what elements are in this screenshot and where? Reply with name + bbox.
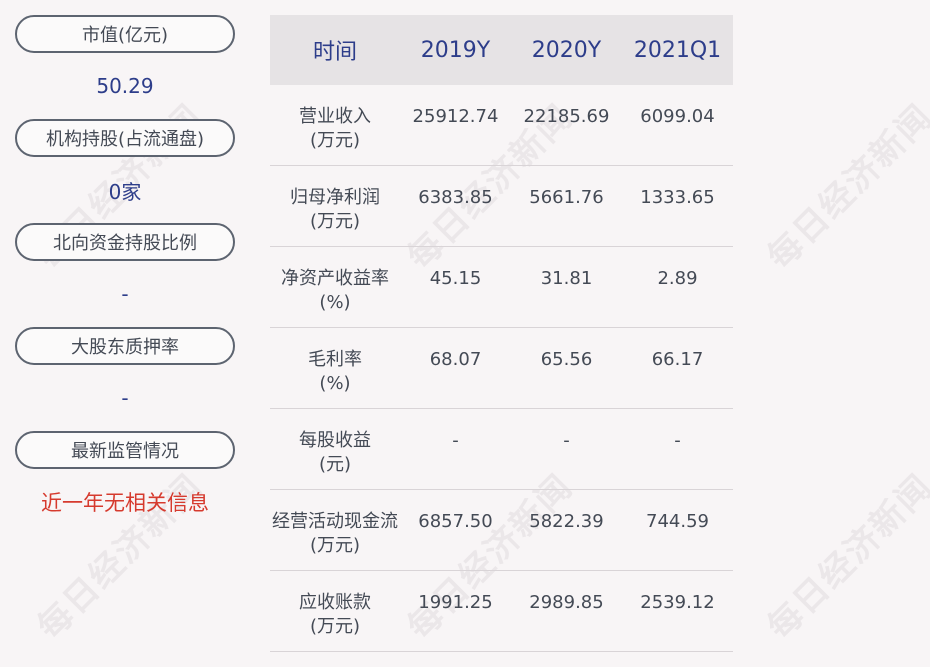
table-row: 净资产收益率 (%) 45.15 31.81 2.89	[270, 246, 733, 328]
indicator-value-institutional-holdings: 0家	[108, 179, 142, 204]
row-unit: (%)	[319, 292, 351, 313]
value-cell: 45.15	[400, 246, 511, 328]
value-cell: 6383.85	[400, 165, 511, 247]
column-header-time: 时间	[270, 15, 400, 85]
indicator-value-market-cap: 50.29	[96, 74, 154, 98]
value-cell: 744.59	[622, 489, 733, 571]
cell-value: 6099.04	[640, 106, 715, 127]
cell-value: 5661.76	[529, 187, 604, 208]
value-cell: 5822.39	[511, 489, 622, 571]
value-cell: 22185.69	[511, 85, 622, 166]
indicator-label-institutional-holdings: 机构持股(占流通盘)	[15, 119, 235, 157]
indicator-panel: 市值(亿元) 50.29 机构持股(占流通盘) 0家 北向资金持股比例 - 大股…	[15, 15, 235, 535]
value-cell: 2539.12	[622, 570, 733, 652]
cell-value: 65.56	[540, 349, 593, 370]
row-label-cell: 毛利率 (%)	[270, 327, 400, 409]
cell-value: 25912.74	[412, 106, 499, 127]
cell-value: 5822.39	[529, 511, 604, 532]
indicator-label-regulatory-status: 最新监管情况	[15, 431, 235, 469]
row-label: 应收账款	[299, 592, 371, 613]
financial-table: 时间 2019Y 2020Y 2021Q1 营业收入 (万元) 25912.74 …	[270, 15, 733, 652]
value-cell: -	[622, 408, 733, 490]
watermark-text: 每日经济新闻	[759, 466, 930, 648]
cell-value: 6857.50	[418, 511, 493, 532]
row-label-cell: 营业收入 (万元)	[270, 85, 400, 166]
cell-value: 2539.12	[640, 592, 715, 613]
indicator-label-northbound-ratio: 北向资金持股比例	[15, 223, 235, 261]
value-cell: 68.07	[400, 327, 511, 409]
row-label: 归母净利润	[290, 187, 380, 208]
value-cell: 6099.04	[622, 85, 733, 166]
row-label: 每股收益	[299, 430, 371, 451]
value-cell: 31.81	[511, 246, 622, 328]
row-unit: (%)	[319, 373, 351, 394]
cell-value: 1991.25	[418, 592, 493, 613]
cell-value: 22185.69	[523, 106, 610, 127]
cell-value: 31.81	[540, 268, 593, 289]
cell-value: -	[452, 430, 459, 451]
indicator-value-northbound-ratio: -	[121, 282, 129, 306]
row-label: 毛利率	[308, 349, 362, 370]
row-unit: (万元)	[309, 211, 361, 232]
cell-value: 66.17	[651, 349, 704, 370]
cell-value: 6383.85	[418, 187, 493, 208]
table-header-row: 时间 2019Y 2020Y 2021Q1	[270, 15, 733, 85]
row-label: 经营活动现金流	[272, 511, 398, 532]
value-cell: 6857.50	[400, 489, 511, 571]
value-cell: 65.56	[511, 327, 622, 409]
indicator-label-pledge-ratio: 大股东质押率	[15, 327, 235, 365]
cell-value: -	[674, 430, 681, 451]
indicator-value-regulatory-status: 近一年无相关信息	[41, 491, 209, 515]
row-label: 净资产收益率	[281, 268, 389, 289]
value-cell: 66.17	[622, 327, 733, 409]
value-cell: 25912.74	[400, 85, 511, 166]
table-row: 营业收入 (万元) 25912.74 22185.69 6099.04	[270, 85, 733, 166]
value-cell: 1991.25	[400, 570, 511, 652]
table-row: 归母净利润 (万元) 6383.85 5661.76 1333.65	[270, 165, 733, 247]
row-unit: (万元)	[309, 130, 361, 151]
value-cell: 2989.85	[511, 570, 622, 652]
value-cell: -	[511, 408, 622, 490]
table-row: 每股收益 (元) - - -	[270, 408, 733, 490]
table-row: 毛利率 (%) 68.07 65.56 66.17	[270, 327, 733, 409]
value-cell: 5661.76	[511, 165, 622, 247]
row-label: 营业收入	[299, 106, 371, 127]
cell-value: 2989.85	[529, 592, 604, 613]
table-row: 应收账款 (万元) 1991.25 2989.85 2539.12	[270, 570, 733, 652]
row-label-cell: 净资产收益率 (%)	[270, 246, 400, 328]
column-header-2021q1: 2021Q1	[622, 15, 733, 85]
indicator-label-market-cap: 市值(亿元)	[15, 15, 235, 53]
cell-value: 2.89	[657, 268, 698, 289]
column-header-2019: 2019Y	[400, 15, 511, 85]
cell-value: 744.59	[646, 511, 709, 532]
row-label-cell: 每股收益 (元)	[270, 408, 400, 490]
row-label-cell: 归母净利润 (万元)	[270, 165, 400, 247]
watermark-text: 每日经济新闻	[759, 96, 930, 278]
row-unit: (万元)	[309, 535, 361, 556]
row-label-cell: 应收账款 (万元)	[270, 570, 400, 652]
cell-value: 1333.65	[640, 187, 715, 208]
value-cell: -	[400, 408, 511, 490]
row-unit: (万元)	[309, 616, 361, 637]
cell-value: 68.07	[429, 349, 482, 370]
table-row: 经营活动现金流 (万元) 6857.50 5822.39 744.59	[270, 489, 733, 571]
indicator-value-pledge-ratio: -	[121, 386, 129, 410]
column-header-2020: 2020Y	[511, 15, 622, 85]
cell-value: -	[563, 430, 570, 451]
cell-value: 45.15	[429, 268, 482, 289]
value-cell: 2.89	[622, 246, 733, 328]
row-label-cell: 经营活动现金流 (万元)	[270, 489, 400, 571]
value-cell: 1333.65	[622, 165, 733, 247]
row-unit: (元)	[318, 454, 352, 475]
